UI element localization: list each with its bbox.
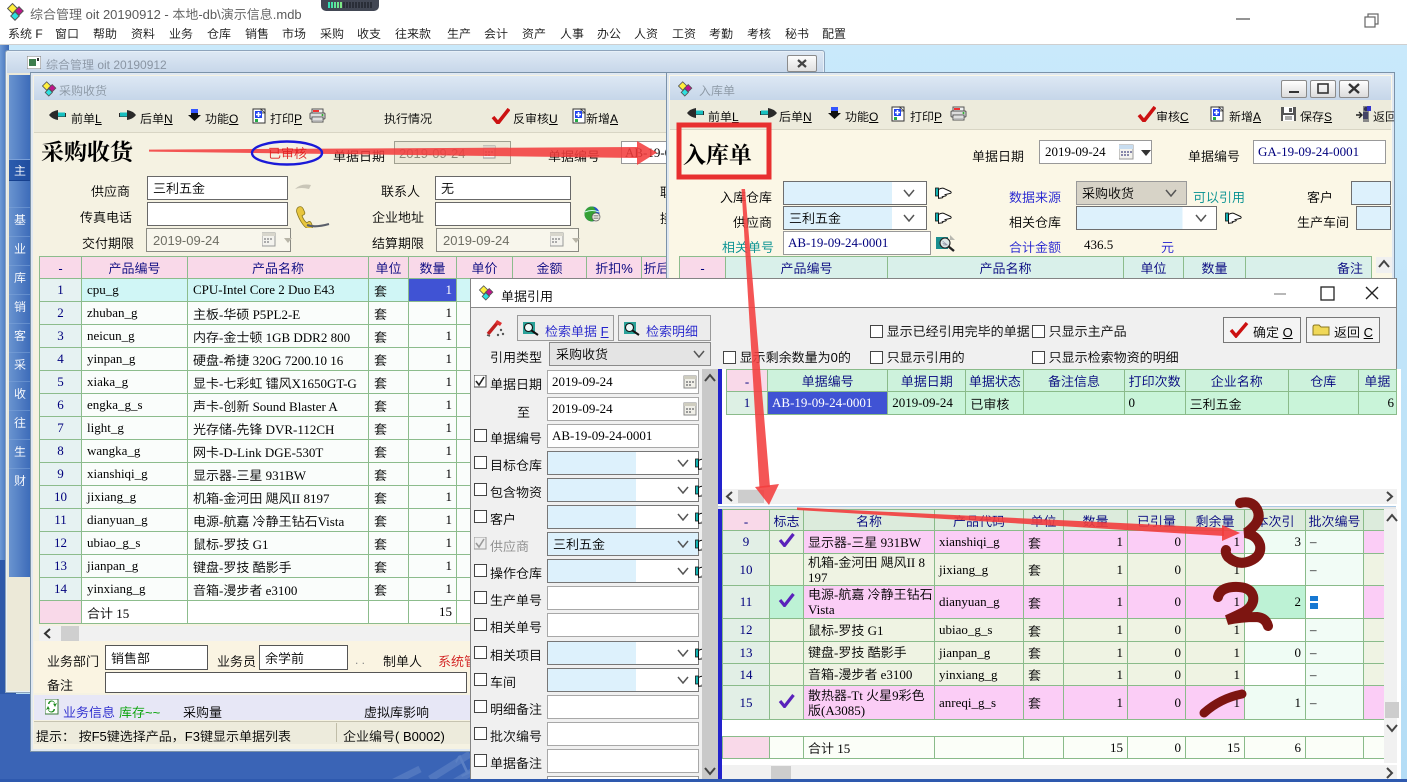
svg-text:已审核: 已审核 — [268, 143, 307, 162]
